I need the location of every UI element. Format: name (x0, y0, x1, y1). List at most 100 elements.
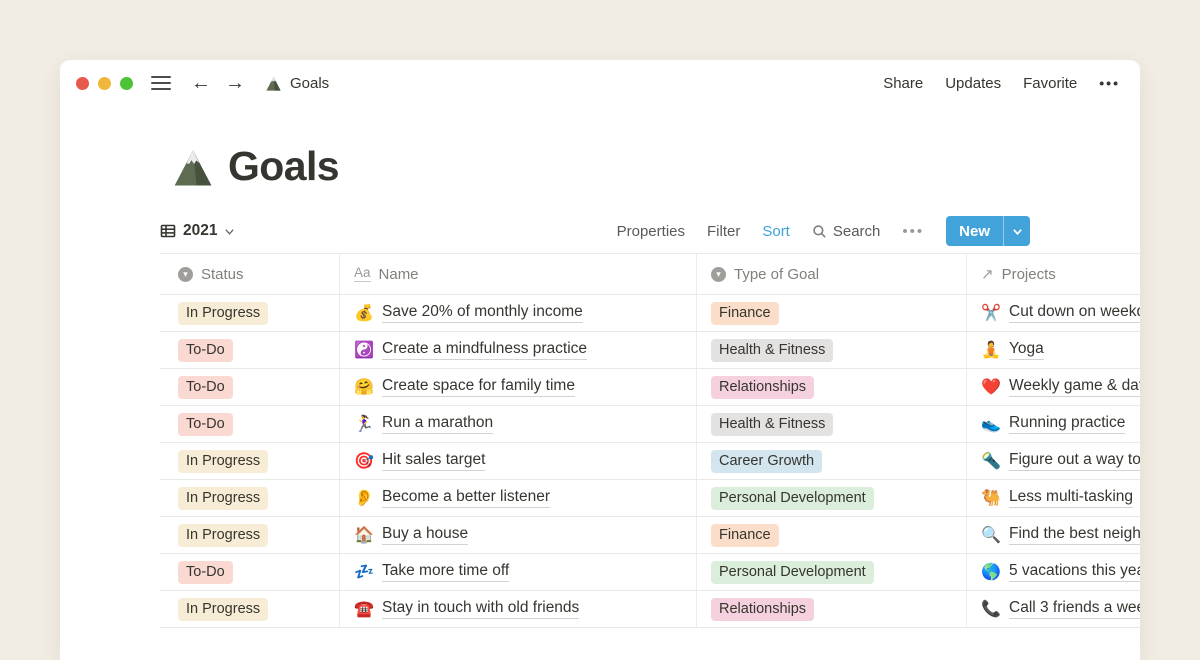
projects-cell[interactable]: 🐫 Less multi-tasking (967, 480, 1140, 516)
forward-arrow-icon[interactable]: → (225, 73, 245, 93)
name-cell[interactable]: 🎯 Hit sales target (340, 443, 697, 479)
type-badge: Health & Fitness (711, 339, 833, 362)
page-link[interactable]: 💰 Save 20% of monthly income (354, 303, 583, 323)
breadcrumb[interactable]: Goals (265, 75, 329, 92)
status-cell[interactable]: In Progress (160, 591, 340, 627)
project-link-wrap[interactable]: 🔍 Find the best neighbo (981, 525, 1132, 545)
toolbar-more-icon[interactable]: ••• (902, 223, 924, 240)
back-arrow-icon[interactable]: ← (191, 73, 211, 93)
type-of-goal-cell[interactable]: Health & Fitness (697, 332, 967, 368)
projects-cell[interactable]: 🔦 Figure out a way to g (967, 443, 1140, 479)
name-cell[interactable]: 🏠 Buy a house (340, 517, 697, 553)
page-link[interactable]: 🤗 Create space for family time (354, 377, 575, 397)
name-cell[interactable]: ☯️ Create a mindfulness practice (340, 332, 697, 368)
column-header-name[interactable]: Aa Name (340, 254, 697, 294)
name-link: Save 20% of monthly income (382, 303, 583, 323)
page-link[interactable]: ☯️ Create a mindfulness practice (354, 340, 587, 360)
sidebar-menu-icon[interactable] (151, 76, 171, 90)
sort-button[interactable]: Sort (762, 223, 790, 240)
filter-button[interactable]: Filter (707, 223, 740, 240)
chevron-down-icon (224, 226, 235, 237)
name-cell[interactable]: 💤 Take more time off (340, 554, 697, 590)
name-link: Buy a house (382, 525, 468, 545)
name-cell[interactable]: 🤗 Create space for family time (340, 369, 697, 405)
minimize-window-icon[interactable] (98, 77, 111, 90)
project-link-wrap[interactable]: 👟 Running practice (981, 414, 1125, 434)
status-cell[interactable]: To-Do (160, 554, 340, 590)
project-emoji-icon: 🔦 (981, 451, 1001, 471)
page-link[interactable]: 💤 Take more time off (354, 562, 509, 582)
status-cell[interactable]: In Progress (160, 443, 340, 479)
close-window-icon[interactable] (76, 77, 89, 90)
column-header-status[interactable]: ▾ Status (160, 254, 340, 294)
app-window: ← → Goals Share Updates Favorite ••• Goa… (60, 60, 1140, 660)
column-header-type-of-goal[interactable]: ▾ Type of Goal (697, 254, 967, 294)
page-link[interactable]: 🎯 Hit sales target (354, 451, 485, 471)
name-cell[interactable]: 💰 Save 20% of monthly income (340, 295, 697, 331)
type-of-goal-cell[interactable]: Health & Fitness (697, 406, 967, 442)
properties-button[interactable]: Properties (617, 223, 685, 240)
project-link-wrap[interactable]: 🧘 Yoga (981, 340, 1044, 360)
favorite-button[interactable]: Favorite (1023, 75, 1077, 92)
projects-cell[interactable]: 📞 Call 3 friends a week (967, 591, 1140, 627)
projects-cell[interactable]: 👟 Running practice (967, 406, 1140, 442)
new-button[interactable]: New (946, 216, 1030, 246)
type-of-goal-cell[interactable]: Relationships (697, 591, 967, 627)
projects-cell[interactable]: 🧘 Yoga (967, 332, 1140, 368)
view-tab-2021[interactable]: 2021 (160, 222, 235, 240)
status-cell[interactable]: In Progress (160, 517, 340, 553)
status-cell[interactable]: To-Do (160, 332, 340, 368)
table-row: In Progress 🎯 Hit sales target Career Gr… (160, 443, 1140, 480)
projects-cell[interactable]: ❤️ Weekly game & date ni (967, 369, 1140, 405)
database-toolbar: Properties Filter Sort Search ••• New (617, 216, 1030, 246)
type-of-goal-cell[interactable]: Relationships (697, 369, 967, 405)
name-cell[interactable]: 👂 Become a better listener (340, 480, 697, 516)
page-emoji-icon: 🎯 (354, 451, 374, 471)
new-button-chevron-icon[interactable] (1003, 216, 1030, 246)
page-header: Goals (172, 144, 1140, 189)
type-of-goal-cell[interactable]: Finance (697, 517, 967, 553)
type-badge: Relationships (711, 376, 814, 399)
page-link[interactable]: 👂 Become a better listener (354, 488, 550, 508)
table-row: In Progress 💰 Save 20% of monthly income… (160, 295, 1140, 332)
page-link[interactable]: 🏃‍♀️ Run a marathon (354, 414, 493, 434)
name-cell[interactable]: 🏃‍♀️ Run a marathon (340, 406, 697, 442)
page-emoji-icon: 🏠 (354, 525, 374, 545)
project-link-wrap[interactable]: 🐫 Less multi-tasking (981, 488, 1132, 508)
search-button[interactable]: Search (812, 223, 881, 240)
maximize-window-icon[interactable] (120, 77, 133, 90)
type-of-goal-cell[interactable]: Career Growth (697, 443, 967, 479)
status-cell[interactable]: To-Do (160, 406, 340, 442)
projects-cell[interactable]: ✂️ Cut down on weekday dr (967, 295, 1140, 331)
status-cell[interactable]: In Progress (160, 295, 340, 331)
type-badge: Finance (711, 302, 779, 325)
project-link-wrap[interactable]: 📞 Call 3 friends a week (981, 599, 1132, 619)
project-link: Less multi-tasking (1009, 488, 1133, 508)
projects-cell[interactable]: 🔍 Find the best neighbo (967, 517, 1140, 553)
project-emoji-icon: 🐫 (981, 488, 1001, 508)
status-cell[interactable]: To-Do (160, 369, 340, 405)
share-button[interactable]: Share (883, 75, 923, 92)
projects-cell[interactable]: 🌎 5 vacations this year (967, 554, 1140, 590)
more-options-icon[interactable]: ••• (1099, 75, 1120, 91)
status-cell[interactable]: In Progress (160, 480, 340, 516)
page-title: Goals (228, 144, 339, 189)
status-badge: To-Do (178, 561, 233, 584)
project-emoji-icon: 📞 (981, 599, 1001, 619)
name-cell[interactable]: ☎️ Stay in touch with old friends (340, 591, 697, 627)
page-link[interactable]: 🏠 Buy a house (354, 525, 468, 545)
new-button-label[interactable]: New (946, 216, 1003, 246)
name-link: Stay in touch with old friends (382, 599, 579, 619)
project-link-wrap[interactable]: ❤️ Weekly game & date ni (981, 377, 1132, 397)
project-link-wrap[interactable]: 🔦 Figure out a way to g (981, 451, 1132, 471)
goals-table: ▾ Status Aa Name ▾ Type of Goal ↗ Projec… (160, 253, 1140, 628)
type-of-goal-cell[interactable]: Personal Development (697, 480, 967, 516)
page-link[interactable]: ☎️ Stay in touch with old friends (354, 599, 579, 619)
status-badge: In Progress (178, 598, 268, 621)
updates-button[interactable]: Updates (945, 75, 1001, 92)
project-link-wrap[interactable]: 🌎 5 vacations this year (981, 562, 1132, 582)
column-header-projects[interactable]: ↗ Projects (967, 254, 1140, 294)
project-link-wrap[interactable]: ✂️ Cut down on weekday dr (981, 303, 1132, 323)
type-of-goal-cell[interactable]: Finance (697, 295, 967, 331)
type-of-goal-cell[interactable]: Personal Development (697, 554, 967, 590)
